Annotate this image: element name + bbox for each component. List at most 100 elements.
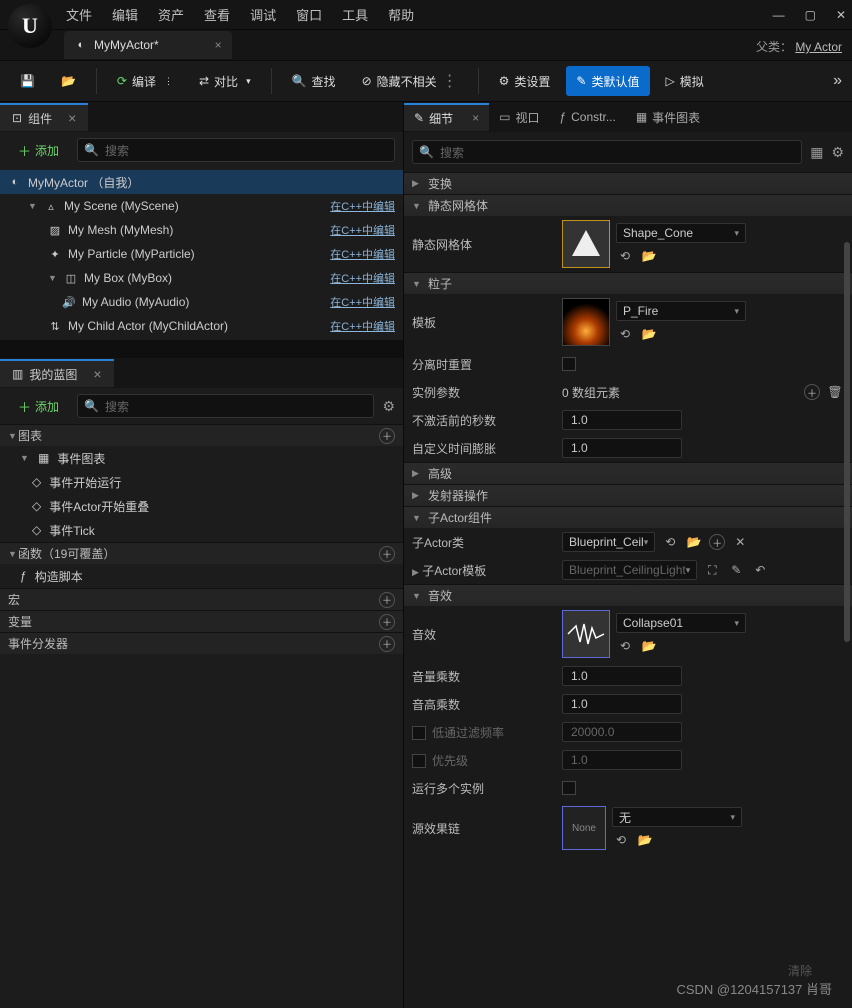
menu-help[interactable]: 帮助 — [388, 5, 414, 24]
diff-button[interactable]: ⇄对比▾ — [189, 66, 261, 96]
menu-edit[interactable]: 编辑 — [112, 5, 138, 24]
tab-event-graph[interactable]: ▦事件图表 — [626, 103, 710, 131]
use-selected-icon[interactable]: ⟲ — [616, 637, 634, 655]
details-grid-icon[interactable]: ▦ — [810, 144, 823, 161]
pitch-field[interactable]: 1.0 — [562, 694, 682, 714]
edit-icon[interactable]: ✎ — [727, 561, 745, 579]
component-scene[interactable]: ▼▵My Scene (MyScene)在C++中编辑 — [0, 194, 403, 218]
priority-field[interactable]: 1.0 — [562, 750, 682, 770]
lowpass-checkbox[interactable] — [412, 726, 426, 740]
component-root[interactable]: ◐ MyMyActor （自我） — [0, 170, 403, 194]
section-functions[interactable]: ▼函数（19可覆盖）＋ — [0, 542, 403, 564]
child-template-combo[interactable]: Blueprint_CeilingLight▾ — [562, 560, 697, 580]
compile-button[interactable]: ⟳编译⋮ — [107, 66, 183, 96]
overflow-icon[interactable]: » — [833, 72, 842, 90]
menu-view[interactable]: 查看 — [204, 5, 230, 24]
edit-cpp-link[interactable]: 在C++中编辑 — [330, 246, 395, 262]
source-chain-combo[interactable]: 无▾ — [612, 807, 742, 827]
reset-icon[interactable]: ↶ — [751, 561, 769, 579]
static-mesh-combo[interactable]: Shape_Cone▾ — [616, 223, 746, 243]
components-search[interactable]: 🔍 搜索 — [77, 138, 395, 162]
browse-asset-icon[interactable]: 📂 — [640, 325, 658, 343]
use-selected-icon[interactable]: ⟲ — [612, 831, 630, 849]
edit-cpp-link[interactable]: 在C++中编辑 — [330, 318, 395, 334]
add-dispatcher-icon[interactable]: ＋ — [379, 636, 395, 652]
details-search[interactable]: 🔍 搜索 — [412, 140, 802, 164]
add-icon[interactable]: ＋ — [709, 534, 725, 550]
cat-particles[interactable]: ▼粒子 — [404, 272, 852, 294]
component-box[interactable]: ▼◫My Box (MyBox)在C++中编辑 — [0, 266, 403, 290]
add-function-icon[interactable]: ＋ — [379, 546, 395, 562]
tab-close-icon[interactable]: × — [472, 111, 479, 125]
doc-tab[interactable]: ◐ MyMyActor* × — [64, 31, 232, 59]
expand-icon[interactable]: ⛶ — [703, 561, 721, 579]
event-tick[interactable]: ◇事件Tick — [0, 518, 403, 542]
menu-debug[interactable]: 调试 — [250, 5, 276, 24]
tab-viewport[interactable]: ▭视口 — [489, 103, 549, 131]
cat-transform[interactable]: ▶变换 — [404, 172, 852, 194]
event-begin-play[interactable]: ◇事件开始运行 — [0, 470, 403, 494]
section-dispatchers[interactable]: 事件分发器＋ — [0, 632, 403, 654]
template-combo[interactable]: P_Fire▾ — [616, 301, 746, 321]
event-overlap[interactable]: ◇事件Actor开始重叠 — [0, 494, 403, 518]
add-graph-icon[interactable]: ＋ — [379, 428, 395, 444]
none-thumb[interactable]: None — [562, 806, 606, 850]
add-array-item-icon[interactable]: ＋ — [804, 384, 820, 400]
component-audio[interactable]: 🔊My Audio (MyAudio)在C++中编辑 — [0, 290, 403, 314]
edit-cpp-link[interactable]: 在C++中编辑 — [330, 294, 395, 310]
add-variable-icon[interactable]: ＋ — [379, 614, 395, 630]
component-child-actor[interactable]: ⇅My Child Actor (MyChildActor)在C++中编辑 — [0, 314, 403, 338]
clear-icon[interactable]: ✕ — [731, 533, 749, 551]
cat-sound[interactable]: ▼音效 — [404, 584, 852, 606]
seconds-field[interactable]: 1.0 — [562, 410, 682, 430]
particle-thumb[interactable] — [562, 298, 610, 346]
simulate-button[interactable]: ▷模拟 — [656, 66, 714, 96]
priority-checkbox[interactable] — [412, 754, 426, 768]
add-macro-icon[interactable]: ＋ — [379, 592, 395, 608]
tab-close-icon[interactable]: × — [93, 366, 101, 382]
details-settings-icon[interactable]: ⚙ — [831, 144, 844, 161]
menu-tools[interactable]: 工具 — [342, 5, 368, 24]
use-selected-icon[interactable]: ⟲ — [616, 325, 634, 343]
cat-emitter[interactable]: ▶发射器操作 — [404, 484, 852, 506]
details-scrollbar[interactable] — [844, 242, 850, 642]
section-variables[interactable]: 变量＋ — [0, 610, 403, 632]
browse-button[interactable]: 📂 — [51, 66, 86, 96]
menu-asset[interactable]: 资产 — [158, 5, 184, 24]
add-bp-button[interactable]: ＋添加 — [8, 393, 69, 420]
cat-static-mesh[interactable]: ▼静态网格体 — [404, 194, 852, 216]
browse-asset-icon[interactable]: 📂 — [685, 533, 703, 551]
tab-details[interactable]: ✎细节× — [404, 103, 489, 131]
close-icon[interactable]: ✕ — [836, 8, 846, 22]
component-mesh[interactable]: ▨My Mesh (MyMesh)在C++中编辑 — [0, 218, 403, 242]
event-graph-item[interactable]: ▼▦事件图表 — [0, 446, 403, 470]
tab-close-icon[interactable]: × — [215, 38, 222, 52]
find-button[interactable]: 🔍查找 — [282, 66, 346, 96]
browse-asset-icon[interactable]: 📂 — [640, 247, 658, 265]
construct-script-item[interactable]: ƒ构造脚本 — [0, 564, 403, 588]
tab-close-icon[interactable]: × — [68, 110, 76, 126]
section-macros[interactable]: 宏＋ — [0, 588, 403, 610]
reset-checkbox[interactable] — [562, 357, 576, 371]
clear-array-icon[interactable]: 🗑 — [826, 383, 844, 401]
browse-asset-icon[interactable]: 📂 — [636, 831, 654, 849]
tab-my-blueprint[interactable]: ▥ 我的蓝图 × — [0, 359, 114, 387]
sound-combo[interactable]: Collapse01▾ — [616, 613, 746, 633]
use-selected-icon[interactable]: ⟲ — [616, 247, 634, 265]
tab-components[interactable]: ⊡ 组件 × — [0, 103, 88, 131]
bp-settings-icon[interactable]: ⚙ — [382, 398, 395, 415]
dilation-field[interactable]: 1.0 — [562, 438, 682, 458]
edit-cpp-link[interactable]: 在C++中编辑 — [330, 270, 395, 286]
minimize-icon[interactable]: — — [773, 8, 785, 22]
edit-cpp-link[interactable]: 在C++中编辑 — [330, 198, 395, 214]
browse-asset-icon[interactable]: 📂 — [640, 637, 658, 655]
tab-construct[interactable]: ƒConstr... — [549, 103, 625, 131]
maximize-icon[interactable]: ▢ — [805, 8, 816, 22]
parent-link[interactable]: My Actor — [795, 40, 842, 54]
sound-thumb[interactable] — [562, 610, 610, 658]
menu-window[interactable]: 窗口 — [296, 5, 322, 24]
cat-advanced[interactable]: ▶高级 — [404, 462, 852, 484]
component-particle[interactable]: ✦My Particle (MyParticle)在C++中编辑 — [0, 242, 403, 266]
use-selected-icon[interactable]: ⟲ — [661, 533, 679, 551]
lowpass-field[interactable]: 20000.0 — [562, 722, 682, 742]
